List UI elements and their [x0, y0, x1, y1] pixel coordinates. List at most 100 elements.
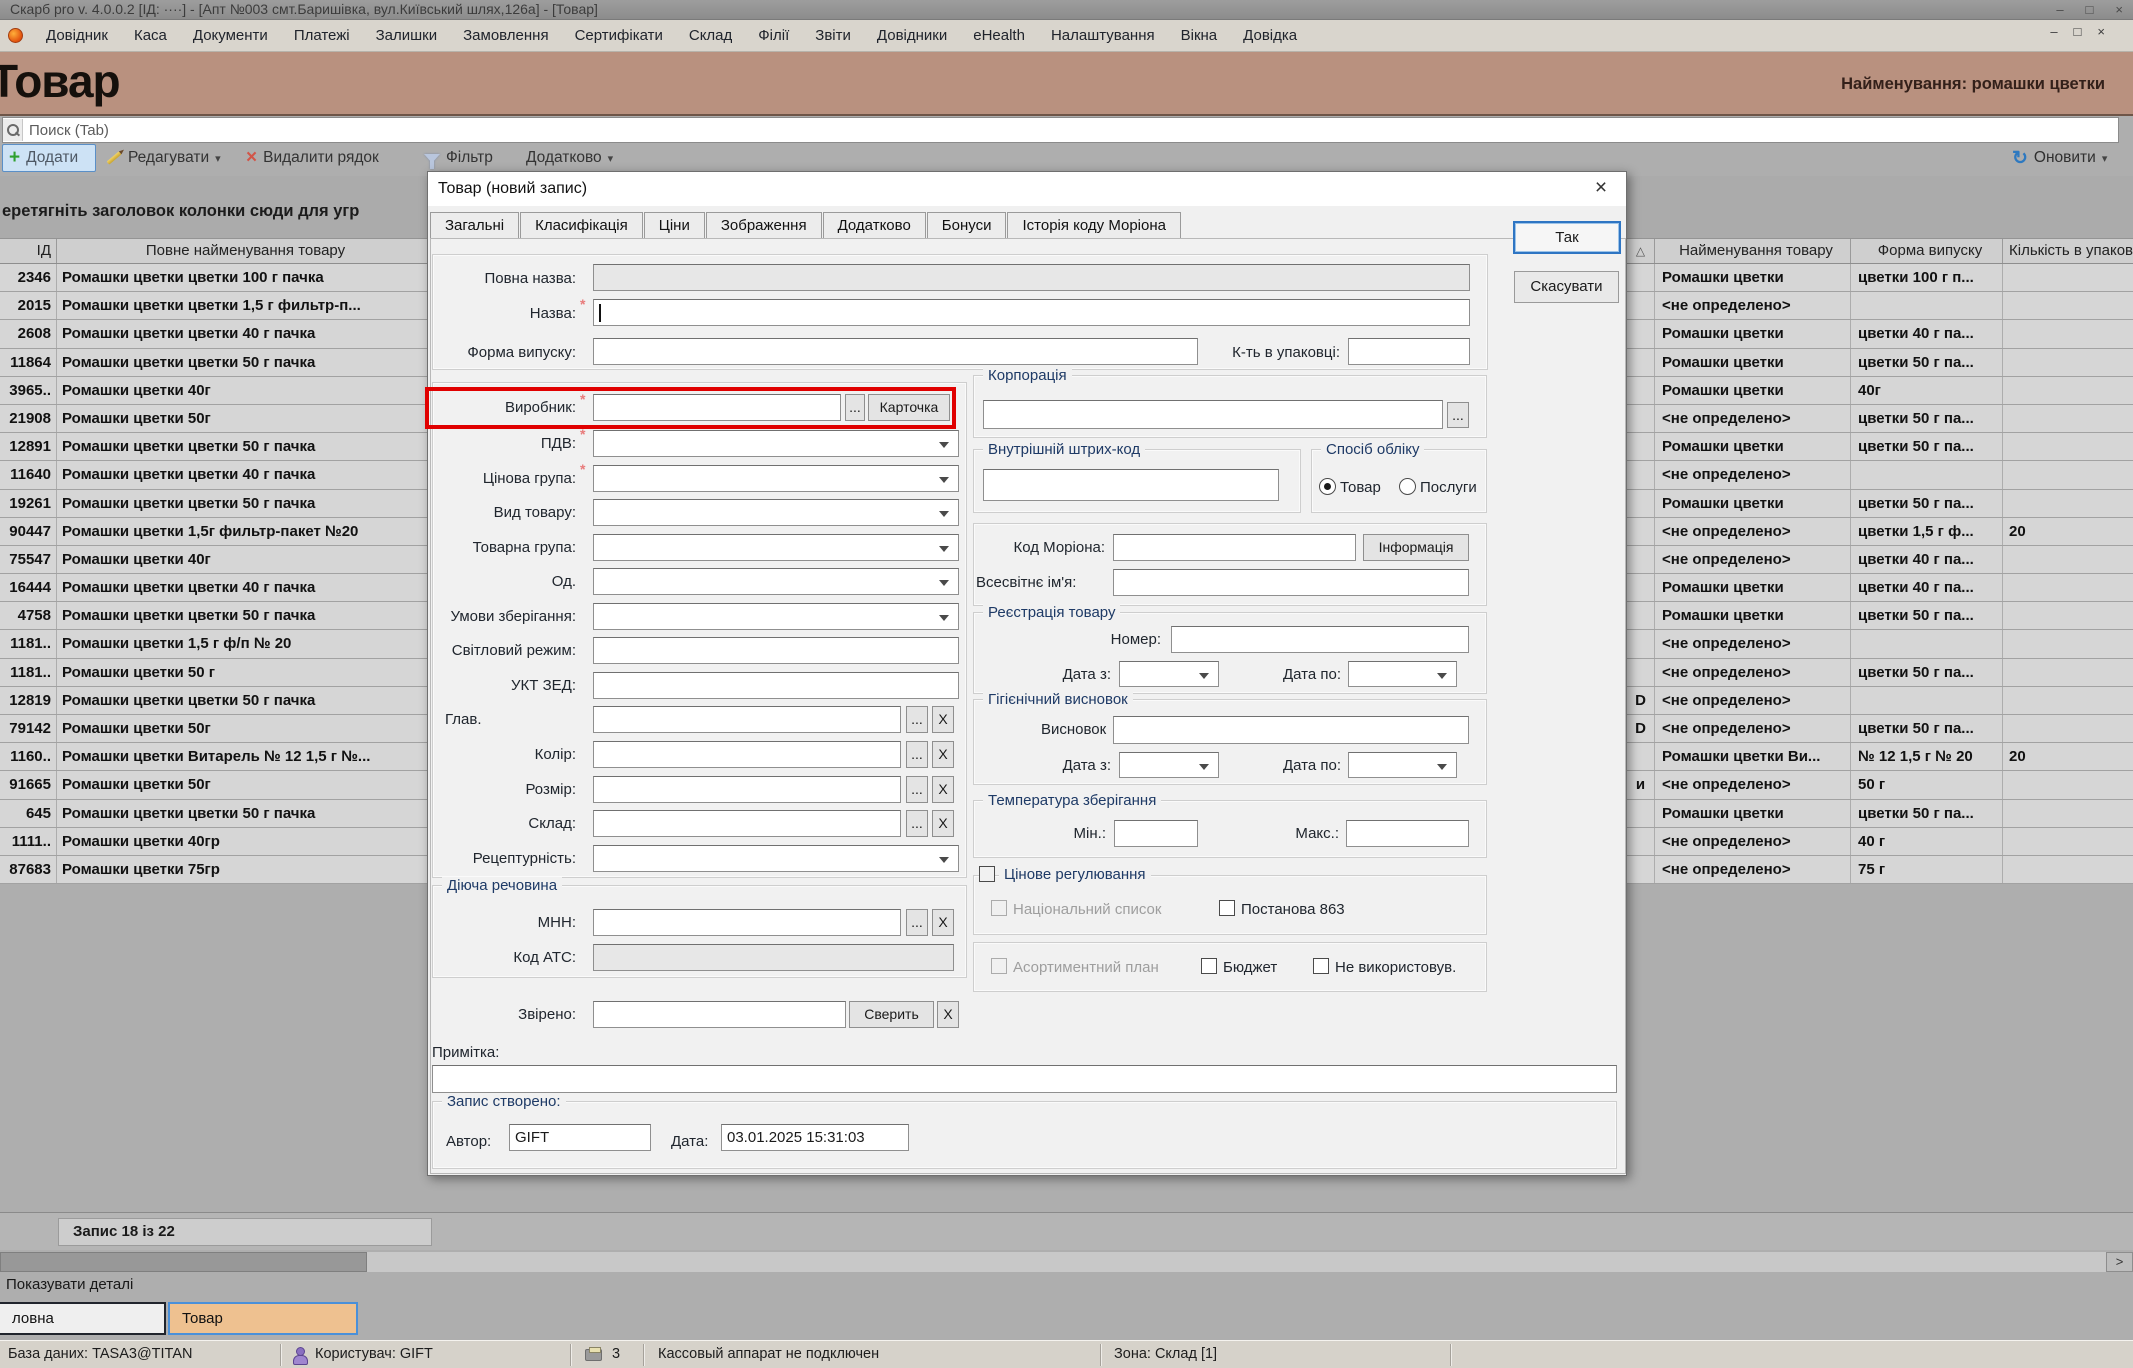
verify-clear-button[interactable]: X	[937, 1001, 959, 1028]
menu-item[interactable]: Звіти	[802, 21, 864, 51]
corporation-lookup-button[interactable]: ...	[1447, 402, 1469, 428]
barcode-input[interactable]	[983, 469, 1279, 501]
not-used-checkbox[interactable]	[1313, 958, 1329, 974]
color-lookup-button[interactable]: ...	[906, 741, 928, 768]
close-icon[interactable]: ×	[2115, 0, 2123, 20]
color-clear-button[interactable]: X	[932, 741, 954, 768]
product-group-select[interactable]	[593, 534, 959, 561]
cancel-button[interactable]: Скасувати	[1514, 271, 1619, 303]
close-icon[interactable]: ×	[1586, 176, 1616, 202]
radio-services[interactable]	[1399, 478, 1416, 495]
size-lookup-button[interactable]: ...	[906, 776, 928, 803]
mnn-clear-button[interactable]: X	[932, 909, 954, 936]
unit-select[interactable]	[593, 568, 959, 595]
column-header-form[interactable]: Форма випуску	[1851, 239, 2003, 263]
delete-row-button[interactable]: × Видалити рядок	[246, 144, 379, 172]
dialog-tab[interactable]: Ціни	[644, 212, 705, 239]
storage-select[interactable]	[593, 603, 959, 630]
filter-button[interactable]: Фільтр	[424, 144, 493, 172]
glav-input[interactable]	[593, 706, 901, 733]
column-header-qty[interactable]: Кількість в упаковці	[2003, 239, 2133, 263]
menu-item[interactable]: Документи	[180, 21, 281, 51]
dialog-tab[interactable]: Класифікація	[520, 212, 643, 239]
note-input[interactable]	[432, 1065, 1617, 1093]
menu-item[interactable]: Склад	[676, 21, 745, 51]
menu-item[interactable]: Залишки	[363, 21, 451, 51]
size-clear-button[interactable]: X	[932, 776, 954, 803]
menu-item[interactable]: Каса	[121, 21, 180, 51]
color-input[interactable]	[593, 741, 901, 768]
maximize-icon[interactable]: □	[2086, 0, 2094, 20]
minimize-icon[interactable]: –	[2056, 0, 2063, 20]
verify-button[interactable]: Сверить	[849, 1001, 934, 1028]
menu-item[interactable]: Довідка	[1230, 21, 1310, 51]
corporation-input[interactable]	[983, 400, 1443, 429]
max-input[interactable]	[1346, 820, 1469, 847]
dialog-tab[interactable]: Бонуси	[927, 212, 1007, 239]
price-regulation-checkbox[interactable]	[979, 866, 995, 882]
min-input[interactable]	[1114, 820, 1198, 847]
warehouse-lookup-button[interactable]: ...	[906, 810, 928, 837]
refresh-button[interactable]: ↻ Оновити ▾	[2012, 144, 2107, 172]
horizontal-scrollbar[interactable]: >	[0, 1252, 2133, 1272]
budget-label[interactable]: Бюджет	[1223, 959, 1277, 976]
price-regulation-caption[interactable]: Цінове регулювання	[999, 866, 1151, 883]
menu-item[interactable]: Філії	[745, 21, 802, 51]
vat-select[interactable]	[593, 430, 959, 457]
hyg-date-to-select[interactable]	[1348, 752, 1457, 778]
column-header-id[interactable]: ІД	[0, 239, 57, 263]
radio-product[interactable]	[1319, 478, 1336, 495]
menu-item[interactable]: Сертифікати	[562, 21, 676, 51]
ok-button[interactable]: Так	[1513, 221, 1621, 254]
glav-lookup-button[interactable]: ...	[906, 706, 928, 733]
dialog-tab[interactable]: Історія коду Моріона	[1007, 212, 1181, 239]
menu-item[interactable]: eHealth	[960, 21, 1038, 51]
menu-item[interactable]: Налаштування	[1038, 21, 1168, 51]
hyg-date-from-select[interactable]	[1119, 752, 1219, 778]
conclusion-input[interactable]	[1113, 716, 1469, 744]
column-header-name[interactable]: Найменування товару	[1655, 239, 1851, 263]
tab-tovar[interactable]: Товар	[168, 1302, 358, 1335]
mnn-input[interactable]	[593, 909, 901, 936]
dialog-tab[interactable]: Загальні	[430, 212, 519, 239]
light-mode-input[interactable]	[593, 637, 959, 664]
pack-qty-input[interactable]	[1348, 338, 1470, 365]
decree-863-checkbox[interactable]	[1219, 900, 1235, 916]
search-input[interactable]: Поиск (Tab)	[2, 117, 2119, 143]
edit-button[interactable]: Редагувати ▾	[106, 144, 221, 172]
reg-date-to-select[interactable]	[1348, 661, 1457, 687]
warehouse-input[interactable]	[593, 810, 901, 837]
registration-number-input[interactable]	[1171, 626, 1469, 653]
size-input[interactable]	[593, 776, 901, 803]
menu-item[interactable]: Вікна	[1168, 21, 1231, 51]
mnn-lookup-button[interactable]: ...	[906, 909, 928, 936]
ukt-input[interactable]	[593, 672, 959, 699]
scroll-right-button[interactable]: >	[2106, 1252, 2133, 1272]
decree-863-label[interactable]: Постанова 863	[1241, 901, 1345, 918]
scrollbar-thumb[interactable]	[0, 1252, 367, 1272]
budget-checkbox[interactable]	[1201, 958, 1217, 974]
menu-item[interactable]: Платежі	[281, 21, 363, 51]
name-input[interactable]	[593, 299, 1470, 326]
more-button[interactable]: Додатково ▾	[526, 144, 613, 172]
world-name-input[interactable]	[1113, 569, 1469, 596]
prescription-select[interactable]	[593, 845, 959, 872]
glav-clear-button[interactable]: X	[932, 706, 954, 733]
menu-item[interactable]: Довідники	[864, 21, 960, 51]
radio-services-label[interactable]: Послуги	[1420, 479, 1477, 496]
child-close-icon[interactable]: ×	[2097, 24, 2105, 39]
price-group-select[interactable]	[593, 465, 959, 492]
column-header-full-name[interactable]: Повне найменування товару	[57, 239, 430, 263]
tab-main[interactable]: ловна	[0, 1302, 166, 1335]
sort-ic[interactable]: △	[1627, 239, 1655, 263]
show-details-toggle[interactable]: Показувати деталі	[6, 1276, 133, 1293]
child-minimize-icon[interactable]: –	[2050, 24, 2057, 39]
reg-date-from-select[interactable]	[1119, 661, 1219, 687]
info-button[interactable]: Інформація	[1363, 534, 1469, 561]
dialog-tab[interactable]: Зображення	[706, 212, 822, 239]
dialog-tab[interactable]: Додатково	[823, 212, 926, 239]
menu-item[interactable]: Замовлення	[450, 21, 561, 51]
morion-input[interactable]	[1113, 534, 1356, 561]
release-form-input[interactable]	[593, 338, 1198, 365]
verified-input[interactable]	[593, 1001, 846, 1028]
